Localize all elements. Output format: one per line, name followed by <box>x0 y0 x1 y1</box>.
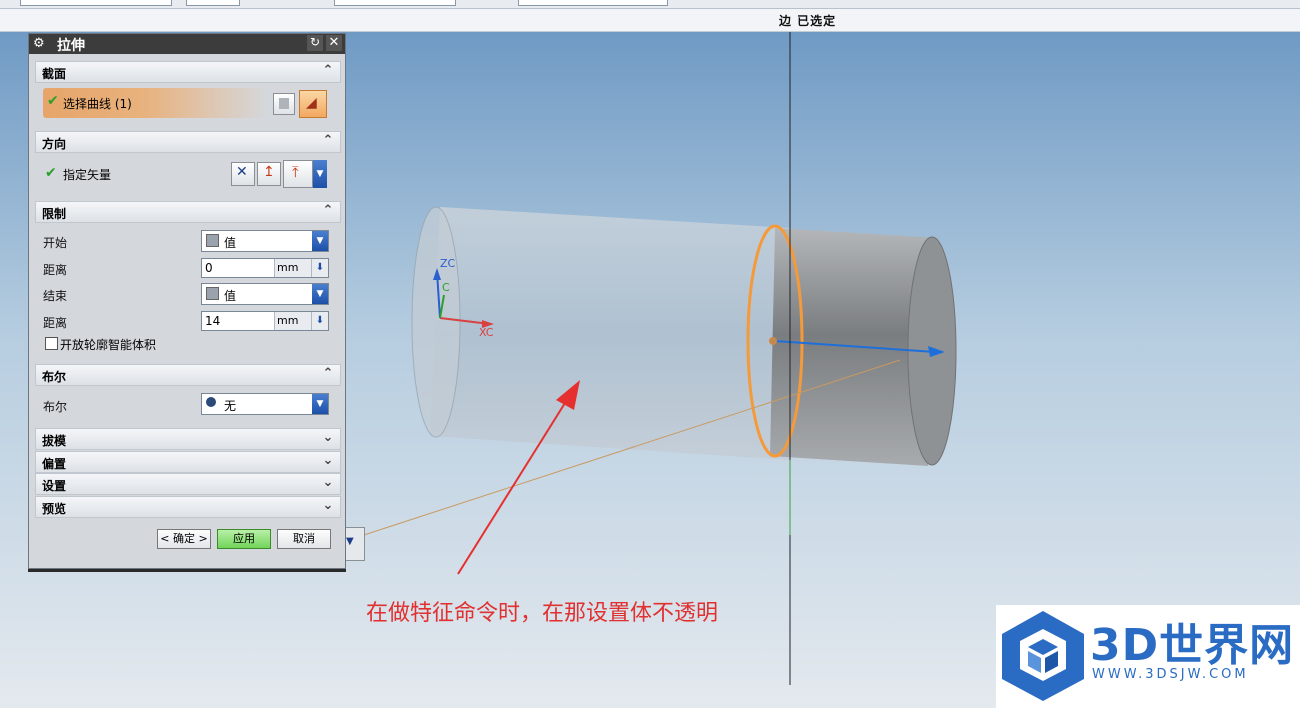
end-select[interactable]: 值 ▼ <box>201 283 329 305</box>
cylinder-back-face <box>411 206 461 438</box>
chevron-down-icon: ⌄ <box>322 498 334 513</box>
inferred-vector-button[interactable]: ⤒ <box>283 160 313 188</box>
apply-button[interactable]: 应用 <box>217 529 271 549</box>
start-distance-label: 距离 <box>43 263 68 277</box>
cube-logo-icon <box>1002 611 1084 701</box>
annotation-text: 在做特征命令时，在那设置体不透明 <box>366 601 719 626</box>
top-toolbar <box>0 0 1300 9</box>
section-header-preview[interactable]: 预览 ⌄ <box>35 496 341 518</box>
start-select[interactable]: 值 ▼ <box>201 230 329 252</box>
preview-label: 预览 <box>42 502 67 516</box>
end-distance-value: 14 <box>205 314 221 328</box>
unit-label: mm <box>274 259 313 277</box>
watermark-title: 3D世界网 <box>1090 620 1295 671</box>
boolean-select-value: 无 <box>224 399 237 413</box>
check-icon: ✔ <box>45 165 57 181</box>
end-distance-input[interactable]: 14 mm ⬇ <box>201 311 329 331</box>
boolean-row-label: 布尔 <box>43 400 68 414</box>
sketch-section-button[interactable] <box>273 93 295 115</box>
draft-label: 拔模 <box>42 434 67 448</box>
toolbar-combo-2[interactable] <box>186 0 240 6</box>
section-header-section[interactable]: 截面 ⌃ <box>35 61 341 83</box>
chevron-up-icon: ⌃ <box>322 133 334 148</box>
limits-label: 限制 <box>42 207 67 221</box>
ok-button[interactable]: < 确定 > <box>157 529 211 549</box>
close-icon[interactable]: ✕ <box>326 35 342 51</box>
start-distance-value: 0 <box>205 261 213 275</box>
reverse-direction-button[interactable]: ✕ <box>231 162 255 186</box>
chevron-up-icon: ⌃ <box>322 203 334 218</box>
chevron-down-icon: ⌄ <box>322 475 334 490</box>
chevron-down-icon: ⌄ <box>322 430 334 445</box>
check-icon: ✔ <box>47 93 59 109</box>
cancel-button[interactable]: 取消 <box>277 529 331 549</box>
chevron-down-icon: ⌄ <box>322 453 334 468</box>
section-header-limits[interactable]: 限制 ⌃ <box>35 201 341 223</box>
chevron-up-icon: ⌃ <box>322 63 334 78</box>
select-curve-label: 选择曲线 (1) <box>63 97 132 111</box>
status-bar: 边 已选定 <box>0 9 1300 32</box>
curve-button[interactable]: ◢ <box>299 90 327 118</box>
vector-dialog-button[interactable]: ↥ <box>257 162 281 186</box>
section-header-boolean[interactable]: 布尔 ⌃ <box>35 364 341 386</box>
reverse-icon: ✕ <box>236 164 248 180</box>
section-header-offset[interactable]: 偏置 ⌄ <box>35 451 341 473</box>
cube-icon <box>206 287 219 300</box>
sketch-icon <box>279 98 289 109</box>
viewport-drag-handle[interactable]: ▼ <box>343 527 365 561</box>
vector-icon: ↥ <box>263 164 275 180</box>
boolean-select[interactable]: 无 ▼ <box>201 393 329 415</box>
unit-label: mm <box>274 312 313 330</box>
reset-icon[interactable]: ↻ <box>307 35 323 51</box>
c-axis-label: C <box>442 281 450 294</box>
end-select-value: 值 <box>224 289 237 303</box>
zc-axis-label: ZC <box>440 257 456 270</box>
specify-vector-label: 指定矢量 <box>63 168 112 182</box>
section-header-settings[interactable]: 设置 ⌄ <box>35 473 341 495</box>
settings-label: 设置 <box>42 479 67 493</box>
vector-origin-point <box>769 337 777 345</box>
extrude-dialog: ⚙ 拉伸 ↻ ✕ 截面 ⌃ ✔ 选择曲线 (1) ◢ 方向 ⌃ ✔ 指定矢量 ✕… <box>28 33 346 569</box>
chevron-down-icon: ▼ <box>312 284 328 304</box>
select-curve-row[interactable]: ✔ 选择曲线 (1) <box>43 88 269 118</box>
dialog-title-bar[interactable]: ⚙ 拉伸 ↻ ✕ <box>29 34 345 54</box>
axis-icon: ⤒ <box>292 163 299 181</box>
arrow-down-icon[interactable]: ⬇ <box>311 259 328 277</box>
section-header-direction[interactable]: 方向 ⌃ <box>35 131 341 153</box>
chevron-down-icon: ▼ <box>312 231 328 251</box>
start-label: 开始 <box>43 236 68 250</box>
toolbar-combo-1[interactable] <box>20 0 172 6</box>
arrow-down-icon[interactable]: ⬇ <box>311 312 328 330</box>
end-label: 结束 <box>43 289 68 303</box>
start-select-value: 值 <box>224 236 237 250</box>
dialog-title: 拉伸 <box>57 38 85 54</box>
end-distance-label: 距离 <box>43 316 68 330</box>
direction-label: 方向 <box>42 137 67 151</box>
gear-icon[interactable]: ⚙ <box>33 36 45 51</box>
chevron-down-icon: ▼ <box>312 394 328 414</box>
curve-icon: ◢ <box>306 95 317 111</box>
offset-label: 偏置 <box>42 457 67 471</box>
boolean-label: 布尔 <box>42 370 67 384</box>
vector-dropdown[interactable]: ▼ <box>313 160 327 188</box>
watermark-url: WWW.3DSJW.COM <box>1092 667 1249 682</box>
start-distance-input[interactable]: 0 mm ⬇ <box>201 258 329 278</box>
open-profile-checkbox[interactable] <box>45 337 58 350</box>
chevron-up-icon: ⌃ <box>322 366 334 381</box>
section-header-draft[interactable]: 拔模 ⌄ <box>35 428 341 450</box>
toolbar-combo-3[interactable] <box>334 0 456 6</box>
cube-icon <box>206 234 219 247</box>
toolbar-combo-4[interactable] <box>518 0 668 6</box>
open-profile-label: 开放轮廓智能体积 <box>60 338 157 352</box>
status-text: 边 已选定 <box>779 14 837 28</box>
bomb-icon <box>206 397 216 407</box>
watermark-logo: 3D世界网 WWW.3DSJW.COM <box>996 605 1300 708</box>
xc-axis-label: XC <box>479 326 494 339</box>
section-label: 截面 <box>42 67 67 81</box>
